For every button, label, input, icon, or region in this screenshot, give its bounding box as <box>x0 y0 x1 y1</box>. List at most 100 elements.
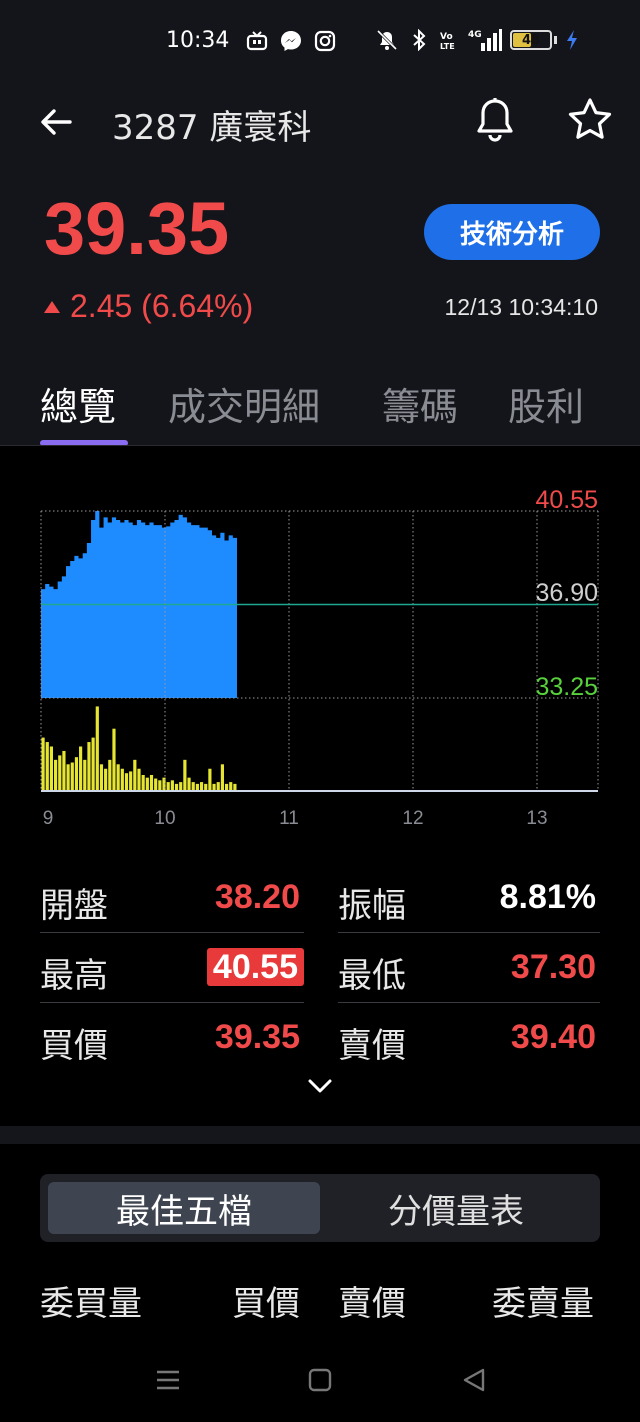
price-volume-tab[interactable]: 分價量表 <box>320 1182 592 1234</box>
ask-label: 賣價 <box>338 1026 406 1066</box>
order-book-toggle: 最佳五檔 分價量表 <box>40 1174 600 1242</box>
volume-bar <box>183 759 187 791</box>
chevron-down-icon[interactable] <box>306 1076 334 1096</box>
volume-bar <box>137 768 141 791</box>
back-triangle-icon[interactable] <box>458 1364 490 1396</box>
price-change: 2.45 (6.64%) <box>44 288 253 325</box>
instagram-icon <box>314 30 336 52</box>
status-time: 10:34 <box>166 28 230 53</box>
back-arrow-icon[interactable] <box>36 102 76 142</box>
volume-bar <box>187 777 191 791</box>
row-divider <box>338 1002 600 1003</box>
volume-bar <box>104 768 108 791</box>
home-square-icon[interactable] <box>304 1364 336 1396</box>
technical-analysis-button[interactable]: 技術分析 <box>424 204 600 260</box>
tab-overview[interactable]: 總覽 <box>40 376 116 431</box>
volume-bar <box>62 750 66 791</box>
status-bar: 10:34 Vo LTE 4G 48 <box>0 0 640 86</box>
bluetooth-icon <box>413 29 426 51</box>
volume-bar <box>49 746 54 791</box>
volume-bar <box>79 746 83 791</box>
volume-bar <box>133 759 137 791</box>
bell-icon[interactable] <box>472 96 518 144</box>
section-divider <box>0 1126 640 1144</box>
volume-bar <box>212 783 216 791</box>
volume-bar <box>41 737 45 791</box>
last-price: 39.35 <box>44 187 230 270</box>
svg-text:LTE: LTE <box>440 42 455 51</box>
volume-bar <box>166 782 170 791</box>
bid-price-header: 買價 <box>232 1284 300 1324</box>
quote-timestamp: 12/13 10:34:10 <box>444 294 598 320</box>
stat-row-open: 開盤 38.20 振幅 8.81% <box>40 864 600 934</box>
mute-icon <box>376 29 398 51</box>
bid-value: 39.35 <box>214 1018 300 1056</box>
volume-bar <box>58 755 62 791</box>
stat-row-high: 最高 40.55 最低 37.30 <box>40 934 600 1004</box>
app-header: 3287 廣寰科 <box>0 86 640 176</box>
volume-bar <box>70 762 74 791</box>
x-axis-label: 13 <box>526 808 547 829</box>
volume-bar <box>208 768 212 791</box>
stat-row-bid: 買價 39.35 賣價 39.40 <box>40 1004 600 1074</box>
tv-app-icon <box>246 31 268 51</box>
y-axis-label: 36.90 <box>535 579 598 607</box>
high-value: 40.55 <box>206 948 304 987</box>
amplitude-label: 振幅 <box>338 886 406 926</box>
row-divider <box>338 932 600 933</box>
x-axis-label: 9 <box>43 808 54 829</box>
volume-bar <box>116 764 120 791</box>
notification-icons <box>246 30 336 52</box>
intraday-chart[interactable]: 40.55 36.90 33.25 9 10 11 12 13 <box>0 446 640 850</box>
stock-title: 3287 廣寰科 <box>112 108 312 148</box>
volume-bar <box>170 780 174 791</box>
volume-bar <box>158 780 162 791</box>
system-nav-bar <box>0 1340 640 1422</box>
star-icon[interactable] <box>566 96 614 144</box>
volume-bar <box>191 782 195 791</box>
ask-volume-header: 委賣量 <box>492 1284 594 1324</box>
volume-bar <box>233 783 237 791</box>
volume-bar <box>54 759 58 791</box>
x-axis-label: 10 <box>154 808 175 829</box>
svg-text:4G: 4G <box>468 30 482 40</box>
best-five-tab[interactable]: 最佳五檔 <box>48 1182 320 1234</box>
bid-label: 買價 <box>40 1026 108 1066</box>
volume-bar <box>99 764 104 791</box>
menu-icon[interactable] <box>152 1364 184 1396</box>
signal-4g-icon: 4G <box>468 29 502 51</box>
volte-icon: VoLTE <box>440 32 455 51</box>
tab-chips[interactable]: 籌碼 <box>382 376 458 431</box>
battery-level: 48 <box>521 32 541 48</box>
intraday-chart-svg: 40.55 36.90 33.25 9 10 11 12 13 <box>40 486 599 829</box>
open-value: 38.20 <box>214 878 300 916</box>
volume-bar <box>154 778 158 791</box>
row-divider <box>40 932 304 933</box>
volume-bar <box>129 771 133 791</box>
up-triangle-icon <box>44 300 60 313</box>
system-icons: Vo LTE 4G 48 <box>374 28 579 52</box>
volume-bar <box>87 742 91 791</box>
volume-bar <box>74 757 79 791</box>
row-divider <box>40 1002 304 1003</box>
ask-price-header: 賣價 <box>338 1284 406 1324</box>
volume-bar <box>145 777 149 791</box>
volume-bar <box>199 782 204 791</box>
battery-tip <box>554 36 557 44</box>
tab-dividends[interactable]: 股利 <box>508 376 584 431</box>
ask-value: 39.40 <box>510 1018 596 1056</box>
price-change-text: 2.45 (6.64%) <box>70 288 254 324</box>
volume-bar <box>66 764 70 791</box>
volume-bar <box>120 768 124 791</box>
volume-bar <box>216 782 220 791</box>
battery-icon: 48 <box>510 30 552 50</box>
volume-bar <box>179 782 183 791</box>
volume-bar <box>112 728 116 791</box>
volume-bar <box>220 764 224 791</box>
tab-trade-details[interactable]: 成交明細 <box>168 376 320 431</box>
open-label: 開盤 <box>40 886 108 926</box>
volume-bar <box>195 783 199 791</box>
volume-bar <box>95 706 99 791</box>
volume-bar <box>91 737 95 791</box>
high-label: 最高 <box>40 956 108 996</box>
